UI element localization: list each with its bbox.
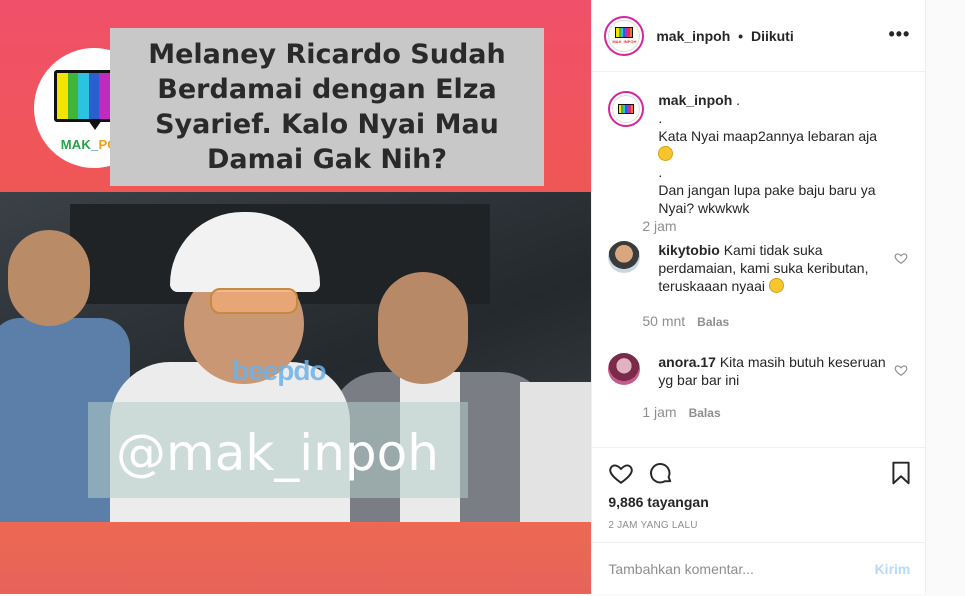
post-header: MAK_INPOH mak_inpoh • Diikuti ••• [592,0,927,72]
like-comment-heart-icon[interactable] [894,251,908,265]
comments-list: mak_inpoh . . Kata Nyai maap2annya lebar… [592,73,926,447]
bookmark-icon[interactable] [888,460,914,486]
more-horizontal-icon[interactable]: ••• [888,24,910,45]
beepdo-watermark: beepdo [232,355,327,386]
grin-emoji-icon [658,146,674,161]
headline-text: Melaney Ricardo Sudah Berdamai dengan El… [148,39,506,175]
post-media[interactable]: MAK_INPOH Melaney Ricardo Sudah Berdamai… [0,0,592,594]
send-comment-button[interactable]: Kirim [875,561,911,577]
follow-status[interactable]: Diikuti [751,28,794,44]
reply-button[interactable]: Balas [697,315,729,329]
comment-username[interactable]: kikytobio [658,242,719,258]
caption-avatar[interactable] [608,91,645,127]
headline-box: Melaney Ricardo Sudah Berdamai dengan El… [110,28,544,186]
commenter-avatar[interactable] [608,353,641,385]
reply-button[interactable]: Balas [689,406,721,420]
handle-overlay: @mak_inpoh [88,402,468,498]
add-comment-row: Tambahkan komentar... Kirim [592,542,927,596]
comment-bubble-icon[interactable] [648,460,674,486]
post-actions: 9,886 tayangan 2 JAM YANG LALU Tambahkan… [592,447,927,596]
comment-time[interactable]: 50 mnt [642,313,685,329]
handle-overlay-text: @mak_inpoh [116,424,439,482]
comment-text: kikytobio Kami tidak suka perdamaian, ka… [658,242,869,294]
like-heart-icon[interactable] [608,460,634,486]
caption-time[interactable]: 2 jam [642,218,676,234]
caption-username[interactable]: mak_inpoh [658,92,732,108]
comment-username[interactable]: anora.17 [658,354,716,370]
laughing-emoji-icon [768,278,784,293]
like-comment-heart-icon[interactable] [894,363,908,377]
comment-time[interactable]: 1 jam [642,404,676,420]
header-separator: • [738,27,744,44]
post-timestamp[interactable]: 2 JAM YANG LALU [608,520,697,531]
comment-text: anora.17 Kita masih butuh keseruan yg ba… [658,354,886,388]
avatar[interactable]: MAK_INPOH [604,15,645,56]
commenter-avatar[interactable] [608,241,641,273]
post-container: MAK_INPOH Melaney Ricardo Sudah Berdamai… [0,0,927,596]
comment-meta: 50 mnt Balas [642,313,729,329]
view-count[interactable]: 9,886 tayangan [608,494,708,510]
header-username[interactable]: mak_inpoh [656,28,730,44]
add-comment-input[interactable]: Tambahkan komentar... [608,561,754,577]
comment-meta: 1 jam Balas [642,404,720,420]
caption-text: mak_inpoh . . Kata Nyai maap2annya lebar… [658,92,878,216]
post-sidebar: MAK_INPOH mak_inpoh • Diikuti ••• mak_in… [591,0,927,596]
